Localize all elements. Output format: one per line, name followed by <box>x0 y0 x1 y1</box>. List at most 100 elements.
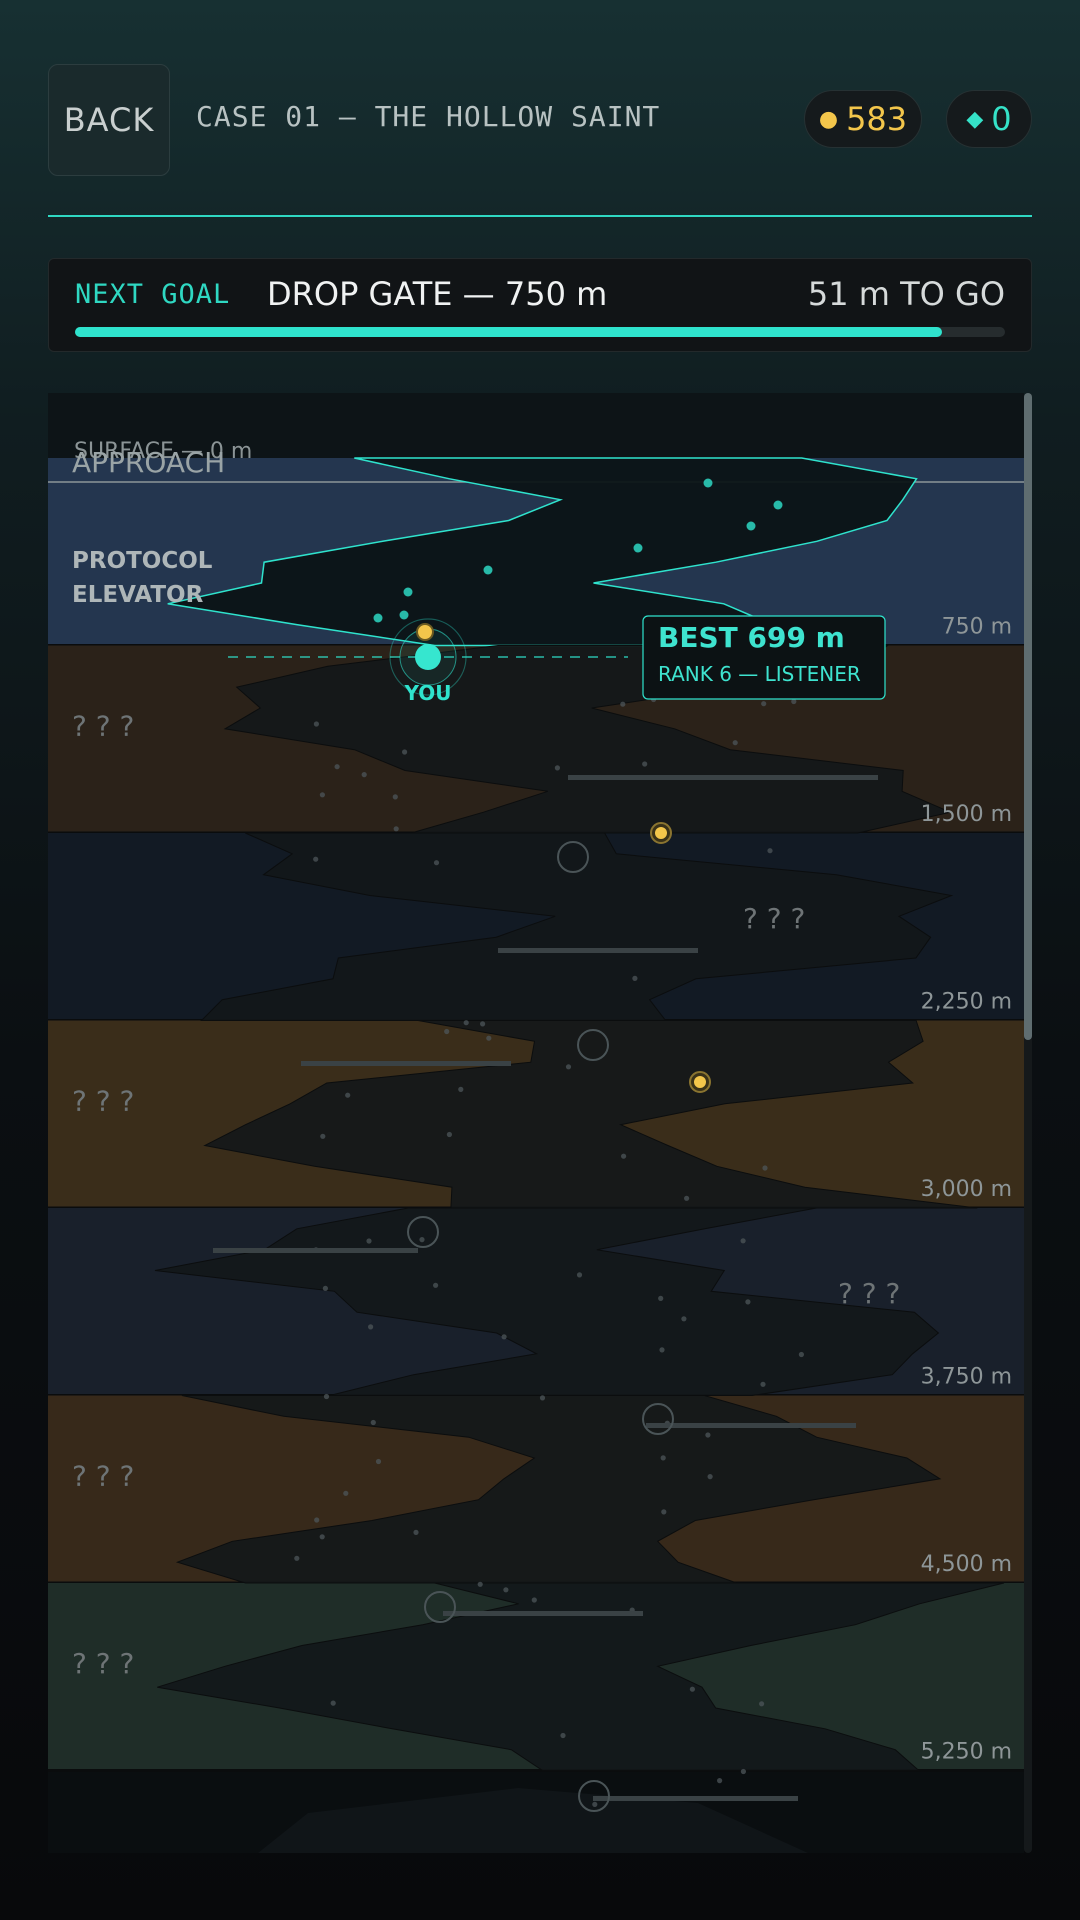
debris-dot <box>446 1131 452 1138</box>
debris-dot <box>681 1316 687 1322</box>
debris-dot <box>375 1458 382 1465</box>
debris-dot <box>314 1517 320 1523</box>
sparkle-dot <box>373 613 383 623</box>
zone-depth-label: 750 m <box>942 615 1012 640</box>
coin-pickup-core <box>694 1076 706 1088</box>
debris-dot <box>361 772 367 778</box>
debris-dot <box>334 764 340 770</box>
sparkle-dot <box>399 610 409 620</box>
debris-dot <box>762 1165 768 1171</box>
next-goal-name: DROP GATE — 750 m <box>267 275 608 313</box>
locked-zone-label: ? ? ? <box>838 1277 900 1310</box>
debris-dot <box>759 1701 765 1707</box>
debris-dot <box>717 1778 723 1784</box>
debris-dot <box>501 1334 507 1340</box>
debris-dot <box>366 1238 372 1244</box>
map-scrollbar[interactable] <box>1024 393 1032 1853</box>
gem-count: 0 <box>991 100 1012 138</box>
debris-dot <box>458 1086 464 1092</box>
ledge <box>646 1423 856 1428</box>
zone-depth-label: 4,500 m <box>921 1552 1012 1577</box>
zone-name-label: PROTOCOL <box>72 548 213 574</box>
map-scroll-thumb[interactable] <box>1024 393 1032 1040</box>
debris-dot <box>658 1295 664 1301</box>
locked-zone-label: ? ? ? <box>72 710 134 743</box>
zone-name-label: ELEVATOR <box>72 582 204 608</box>
zone-depth-label: 3,000 m <box>921 1177 1012 1202</box>
debris-dot <box>576 1272 583 1278</box>
goal-progress-bar <box>75 327 1005 337</box>
diamond-icon: ◆ <box>966 106 984 132</box>
debris-dot <box>798 1351 805 1358</box>
player-label: YOU <box>403 681 451 705</box>
debris-dot <box>661 1509 667 1515</box>
debris-dot <box>322 1285 328 1291</box>
player-coin-badge <box>416 623 434 641</box>
rank-label: RANK 6 — LISTENER <box>658 662 861 686</box>
approach-label: APPROACH <box>72 446 225 479</box>
sparkle-dot <box>483 565 493 575</box>
coin-count: 583 <box>846 100 908 138</box>
case-title: CASE 01 — THE HOLLOW SAINT <box>196 100 661 133</box>
zone-depth-label: 1,500 m <box>921 802 1012 827</box>
debris-dot <box>320 1133 326 1139</box>
debris-dot <box>345 1092 351 1098</box>
debris-dot <box>319 1534 325 1540</box>
debris-dot <box>531 1597 537 1603</box>
debris-dot <box>659 1347 665 1353</box>
next-goal-label: NEXT GOAL <box>75 279 231 310</box>
debris-dot <box>503 1587 509 1593</box>
zone-depth-label: 3,750 m <box>921 1365 1012 1390</box>
locked-zone-label: ? ? ? <box>72 1085 134 1118</box>
coin-icon: ● <box>818 106 839 132</box>
debris-dot <box>705 1432 711 1438</box>
coin-counter: ● 583 <box>804 90 922 148</box>
sparkle-dot <box>403 587 413 597</box>
debris-dot <box>632 975 638 982</box>
debris-dot <box>402 749 408 755</box>
goal-progress-fill <box>75 327 942 337</box>
locked-zone-label: ? ? ? <box>743 902 805 935</box>
sparkle-dot <box>746 521 756 531</box>
debris-dot <box>760 1381 766 1387</box>
debris-dot <box>791 698 797 705</box>
debris-dot <box>620 701 626 707</box>
sparkle-dot <box>703 478 713 488</box>
debris-dot <box>660 1455 666 1461</box>
debris-dot <box>433 860 440 866</box>
debris-dot <box>433 1282 439 1288</box>
debris-dot <box>413 1529 419 1535</box>
debris-dot <box>621 1153 627 1159</box>
debris-dot <box>740 1768 747 1775</box>
debris-dot <box>477 1581 483 1587</box>
debris-dot <box>444 1028 450 1035</box>
debris-dot <box>761 701 767 707</box>
debris-dot <box>392 794 398 800</box>
player-marker[interactable] <box>415 644 441 670</box>
sparkle-dot <box>773 500 783 510</box>
debris-dot <box>592 1801 598 1807</box>
next-goal-card: NEXT GOAL DROP GATE — 750 m 51 m TO GO <box>48 258 1032 352</box>
debris-dot <box>560 1732 566 1739</box>
coin-pickup-core <box>655 827 667 839</box>
debris-dot <box>740 1238 746 1244</box>
debris-dot <box>368 1324 374 1330</box>
locked-zone-label: ? ? ? <box>72 1460 134 1493</box>
sparkle-dot <box>633 543 643 553</box>
ledge <box>498 948 698 953</box>
debris-dot <box>294 1555 300 1561</box>
debris-dot <box>486 1035 492 1041</box>
debris-dot <box>393 826 399 832</box>
debris-dot <box>565 1064 572 1070</box>
back-button[interactable]: BACK <box>48 64 170 176</box>
locked-zone-label: ? ? ? <box>72 1647 134 1680</box>
ledge <box>568 775 878 780</box>
debris-dot <box>554 765 560 771</box>
debris-dot <box>707 1474 713 1480</box>
debris-dot <box>745 1299 751 1305</box>
debris-dot <box>330 1700 336 1706</box>
debris-dot <box>689 1686 696 1692</box>
debris-dot <box>642 761 648 767</box>
depth-map[interactable]: SURFACE — 0 m APPROACH PROTOCOL ELEVATOR 750… <box>48 393 1024 1853</box>
debris-dot <box>343 1490 349 1496</box>
